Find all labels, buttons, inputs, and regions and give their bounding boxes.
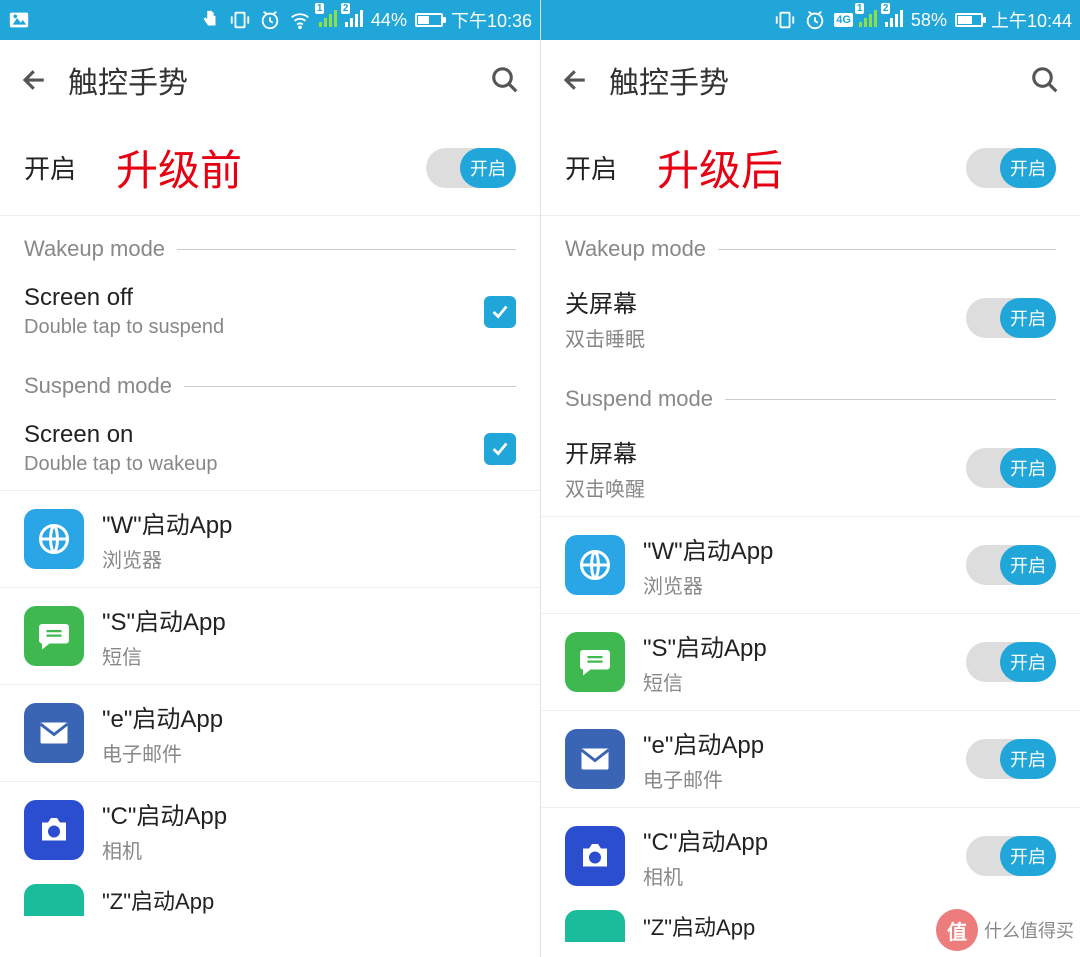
status-time: 上午10:44 [991, 7, 1072, 33]
screen-off-sub: Double tap to suspend [24, 316, 224, 339]
app-e-row[interactable]: "e"启动App电子邮件 [0, 685, 540, 782]
back-button[interactable] [20, 65, 50, 95]
app-e-toggle[interactable]: 开启 [966, 739, 1056, 779]
battery-pct: 44% [371, 10, 407, 31]
suspend-section-header: Suspend mode [0, 353, 540, 407]
screen-on-row[interactable]: 开屏幕 双击唤醒 开启 [541, 420, 1080, 517]
app-s-row[interactable]: "S"启动App短信 [0, 588, 540, 685]
app-s-row[interactable]: "S"启动App短信 开启 [541, 614, 1080, 711]
screen-on-title: Screen on [24, 421, 217, 449]
status-time: 下午10:36 [451, 7, 532, 33]
hand-icon [199, 9, 221, 31]
screen-off-row[interactable]: Screen off Double tap to suspend [0, 270, 540, 353]
status-bar: 1 2 44% 下午10:36 [0, 0, 540, 40]
screen-off-row[interactable]: 关屏幕 双击睡眠 开启 [541, 270, 1080, 366]
annotation-after: 升级后 [657, 137, 783, 198]
watermark-badge: 值 [936, 909, 978, 951]
sim1-signal: 1 [859, 9, 877, 32]
suspend-section-header: Suspend mode [541, 366, 1080, 420]
screen-off-title: Screen off [24, 284, 224, 312]
page-title: 触控手势 [68, 58, 188, 102]
app-bar: 触控手势 [0, 40, 540, 120]
app-w-toggle[interactable]: 开启 [966, 545, 1056, 585]
watermark: 值 什么值得买 [936, 909, 1074, 951]
vibrate-icon [774, 9, 796, 31]
vibrate-icon [229, 9, 251, 31]
master-toggle-row: 开启 升级前 开启 [0, 120, 540, 216]
master-label: 开启 [24, 149, 76, 186]
watermark-text: 什么值得买 [984, 917, 1074, 943]
app-w-row[interactable]: "W"启动App浏览器 [0, 491, 540, 588]
sms-icon [565, 632, 625, 692]
screen-on-checkbox[interactable] [484, 433, 516, 465]
mail-icon [24, 703, 84, 763]
screen-on-sub: Double tap to wakeup [24, 453, 217, 476]
app-z-icon [565, 910, 625, 942]
sms-icon [24, 606, 84, 666]
master-toggle[interactable]: 开启 [426, 148, 516, 188]
status-bar: 4G 1 2 58% 上午10:44 [541, 0, 1080, 40]
alarm-icon [804, 9, 826, 31]
wifi-icon [289, 9, 311, 31]
screen-off-toggle[interactable]: 开启 [966, 298, 1056, 338]
app-z-icon [24, 884, 84, 916]
alarm-icon [259, 9, 281, 31]
image-icon [8, 9, 30, 31]
network-4g: 4G [834, 13, 853, 27]
battery-icon [415, 13, 443, 27]
sim1-signal: 1 [319, 9, 337, 32]
search-button[interactable] [490, 65, 520, 95]
sim2-signal: 2 [885, 9, 903, 32]
app-c-toggle[interactable]: 开启 [966, 836, 1056, 876]
page-title: 触控手势 [609, 58, 729, 102]
master-toggle-row: 开启 升级后 开启 [541, 120, 1080, 216]
app-bar: 触控手势 [541, 40, 1080, 120]
back-button[interactable] [561, 65, 591, 95]
app-c-row[interactable]: "C"启动App相机 [0, 782, 540, 878]
battery-icon [955, 13, 983, 27]
wakeup-section-header: Wakeup mode [541, 216, 1080, 270]
sim2-signal: 2 [345, 9, 363, 32]
master-label: 开启 [565, 149, 617, 186]
app-e-row[interactable]: "e"启动App电子邮件 开启 [541, 711, 1080, 808]
camera-icon [24, 800, 84, 860]
master-toggle[interactable]: 开启 [966, 148, 1056, 188]
app-s-toggle[interactable]: 开启 [966, 642, 1056, 682]
browser-icon [565, 535, 625, 595]
screen-off-checkbox[interactable] [484, 296, 516, 328]
pane-before: 1 2 44% 下午10:36 触控手势 开启 升级前 开启 Wakeup mo… [0, 0, 540, 957]
camera-icon [565, 826, 625, 886]
pane-after: 4G 1 2 58% 上午10:44 触控手势 开启 升级后 开启 Wakeup… [540, 0, 1080, 957]
annotation-before: 升级前 [116, 137, 242, 198]
screen-on-toggle[interactable]: 开启 [966, 448, 1056, 488]
app-w-row[interactable]: "W"启动App浏览器 开启 [541, 517, 1080, 614]
battery-pct: 58% [911, 10, 947, 31]
browser-icon [24, 509, 84, 569]
wakeup-section-header: Wakeup mode [0, 216, 540, 270]
app-c-row[interactable]: "C"启动App相机 开启 [541, 808, 1080, 904]
app-z-row-partial[interactable]: "Z"启动App [0, 878, 540, 916]
search-button[interactable] [1030, 65, 1060, 95]
screen-on-row[interactable]: Screen on Double tap to wakeup [0, 407, 540, 491]
mail-icon [565, 729, 625, 789]
